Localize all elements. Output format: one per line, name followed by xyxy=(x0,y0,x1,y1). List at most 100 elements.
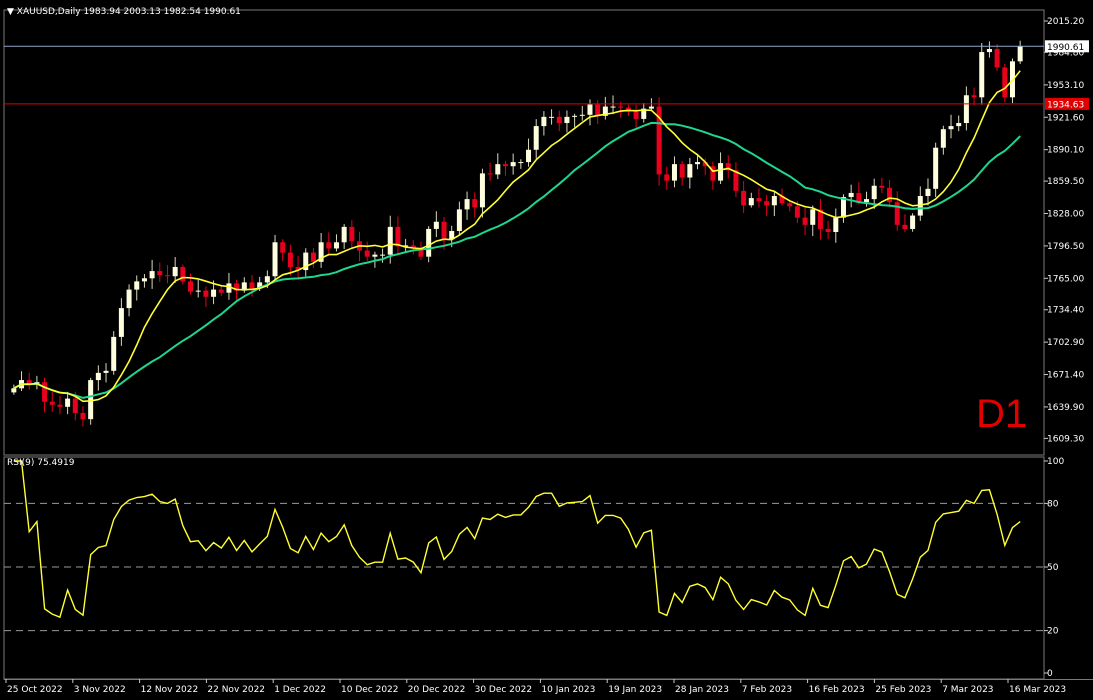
bull-candle xyxy=(526,149,532,163)
bear-candle xyxy=(994,48,1000,68)
bear-candle xyxy=(42,382,48,402)
bear-candle xyxy=(679,164,685,178)
bear-candle xyxy=(180,266,186,282)
ma-fast-line xyxy=(13,70,1021,403)
bull-candle xyxy=(11,388,17,393)
bear-candle xyxy=(249,282,255,289)
bear-candle xyxy=(218,289,224,293)
chart-canvas[interactable]: 2015.201984.801953.101921.601890.101859.… xyxy=(0,0,1093,700)
bear-candle xyxy=(441,221,447,240)
symbol-label: XAUUSD,Daily xyxy=(16,7,81,17)
time-tick-label: 16 Mar 2023 xyxy=(1009,685,1066,695)
bull-candle xyxy=(195,290,201,292)
bull-candle xyxy=(372,254,378,257)
bull-candle xyxy=(940,129,946,148)
bear-candle xyxy=(802,217,808,225)
price-tick-label: 1921.60 xyxy=(1047,113,1084,123)
bull-candle xyxy=(464,199,470,210)
bull-candle xyxy=(456,209,462,231)
rsi-header: RSI(9) 75.4919 xyxy=(7,458,74,468)
bull-candle xyxy=(671,164,677,181)
bull-candle xyxy=(134,281,140,290)
bull-candle xyxy=(111,336,117,371)
price-tick-label: 1734.40 xyxy=(1047,306,1084,316)
bull-candle xyxy=(479,173,485,208)
bull-candle xyxy=(103,370,109,373)
price-tick-label: 1671.40 xyxy=(1047,371,1084,381)
bull-candle xyxy=(95,372,101,381)
bear-candle xyxy=(326,242,332,249)
bear-candle xyxy=(349,226,355,242)
bull-candle xyxy=(864,199,870,203)
time-tick-label: 25 Oct 2022 xyxy=(7,685,63,695)
bear-candle xyxy=(633,111,639,119)
bear-candle xyxy=(80,412,86,420)
rsi-tick-label: 50 xyxy=(1047,563,1059,573)
bear-candle xyxy=(741,190,747,206)
rsi-line xyxy=(13,460,1021,619)
bear-candle xyxy=(502,164,508,167)
bull-candle xyxy=(387,226,393,255)
time-tick-label: 7 Feb 2023 xyxy=(742,685,792,695)
bear-candle xyxy=(1002,67,1008,98)
rsi-tick-label: 20 xyxy=(1047,627,1059,637)
bull-candle xyxy=(118,308,124,337)
bear-candle xyxy=(364,250,370,257)
bull-candle xyxy=(211,289,217,297)
bear-candle xyxy=(902,224,908,229)
bull-candle xyxy=(986,48,992,53)
bear-candle xyxy=(157,271,163,276)
rsi-tick-label: 0 xyxy=(1047,669,1053,679)
time-tick-label: 30 Dec 2022 xyxy=(475,685,532,695)
time-tick-label: 25 Feb 2023 xyxy=(875,685,931,695)
bull-candle xyxy=(1017,46,1023,62)
timeframe-badge: D1 xyxy=(976,392,1028,436)
bull-candle xyxy=(687,164,693,178)
price-tick-label: 1702.90 xyxy=(1047,338,1084,348)
bear-candle xyxy=(618,106,624,108)
bull-candle xyxy=(172,266,178,277)
bull-candle xyxy=(149,271,155,279)
price-tick-label: 2015.20 xyxy=(1047,17,1084,27)
bear-candle xyxy=(57,404,63,407)
time-tick-label: 10 Dec 2022 xyxy=(341,685,399,695)
bear-candle xyxy=(164,275,170,277)
bull-candle xyxy=(748,198,754,206)
bear-candle xyxy=(879,185,885,188)
price-tick-label: 1890.10 xyxy=(1047,146,1084,156)
bull-candle xyxy=(979,52,985,98)
bull-candle xyxy=(833,217,839,233)
time-tick-label: 22 Nov 2022 xyxy=(207,685,265,695)
bull-candle xyxy=(65,398,71,407)
bear-candle xyxy=(472,199,478,208)
bull-candle xyxy=(126,289,132,309)
bull-candle xyxy=(426,228,432,257)
bear-candle xyxy=(787,203,793,207)
bear-candle xyxy=(595,104,601,116)
bear-candle xyxy=(664,174,670,181)
bull-candle xyxy=(695,162,701,165)
bull-candle xyxy=(564,116,570,124)
bull-candle xyxy=(533,126,539,150)
price-tick-label: 1609.30 xyxy=(1047,434,1084,444)
price-tick-label: 1796.50 xyxy=(1047,242,1084,252)
bear-candle xyxy=(487,173,493,175)
bull-candle xyxy=(963,95,969,124)
time-tick-label: 3 Nov 2022 xyxy=(74,685,126,695)
bull-candle xyxy=(648,106,654,109)
rsi-tick-label: 100 xyxy=(1047,457,1064,467)
time-tick-label: 12 Nov 2022 xyxy=(141,685,199,695)
bear-candle xyxy=(971,95,977,98)
bull-candle xyxy=(549,116,555,118)
bull-candle xyxy=(956,123,962,127)
rsi-tick-label: 80 xyxy=(1047,499,1059,509)
bear-candle xyxy=(203,290,209,297)
time-tick-label: 20 Dec 2022 xyxy=(408,685,466,695)
bull-candle xyxy=(518,162,524,164)
bull-candle xyxy=(333,242,339,249)
collapse-arrow-icon[interactable]: ▼ xyxy=(7,7,14,17)
bid-price-label: 1990.61 xyxy=(1047,43,1084,53)
bear-candle xyxy=(756,198,762,202)
bull-candle xyxy=(933,147,939,189)
bear-candle xyxy=(556,116,562,124)
